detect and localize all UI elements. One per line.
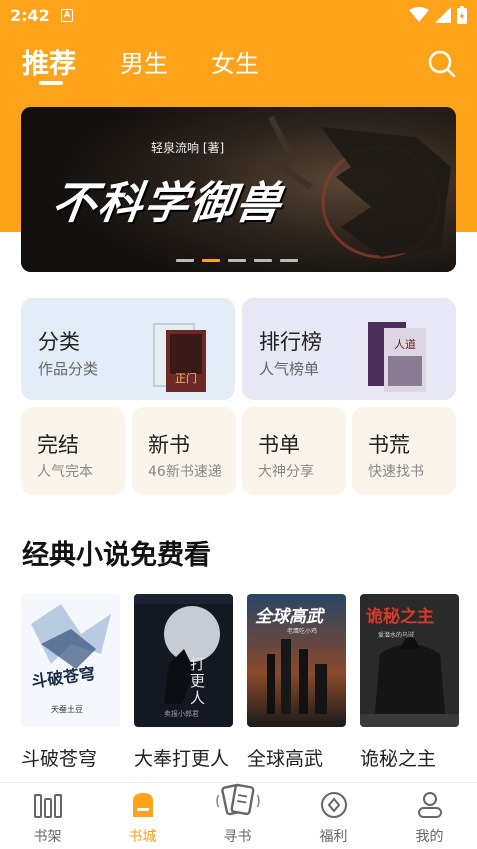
book-item[interactable]: 斗破苍穹 天蚕土豆 斗破苍穹	[21, 594, 121, 770]
category-card-ranking[interactable]: 排行榜 人气榜单 人道	[242, 298, 456, 400]
find-book-icon	[216, 783, 260, 816]
nav-label: 书架	[33, 829, 62, 845]
nav-bookshelf[interactable]: 书架	[0, 783, 95, 849]
card-subtitle: 人气榜单	[259, 360, 320, 378]
bookshelf-icon	[34, 794, 62, 818]
top-tab-bar: 推荐 男生 女生	[0, 36, 477, 92]
banner-dot	[254, 259, 272, 262]
category-card-classify[interactable]: 分类 作品分类 正门	[21, 298, 235, 400]
book-cover: 斗破苍穹 天蚕土豆	[21, 594, 120, 727]
status-icons	[409, 6, 467, 24]
tab-male[interactable]: 男生	[120, 44, 168, 79]
status-bar: 2:42 A	[0, 0, 477, 32]
cover-title: 全球高武	[255, 607, 323, 627]
nav-find-book[interactable]: 寻书	[190, 783, 285, 849]
tab-recommend[interactable]: 推荐	[22, 42, 76, 81]
welfare-icon	[321, 792, 347, 818]
book-cover: 打更人 卖报小郎君	[134, 594, 233, 727]
book-name: 大奉打更人	[134, 748, 230, 770]
books-stack-icon: 人道	[368, 322, 426, 392]
bottom-navigation: 书架 书城 寻书 福利 我的	[0, 782, 477, 849]
search-icon	[428, 50, 456, 78]
category-card-finished[interactable]: 完结 人气完本	[21, 407, 125, 495]
nav-label: 书城	[128, 829, 157, 845]
card-title: 分类	[38, 330, 80, 354]
books-stack-icon: 正门	[153, 323, 206, 392]
card-title: 排行榜	[259, 330, 322, 354]
signal-icon	[435, 7, 451, 23]
book-item[interactable]: 诡秘之主 爱潜水的乌贼 诡秘之主	[360, 594, 460, 770]
book-name: 斗破苍穹	[21, 748, 98, 770]
book-cover: 全球高武 老鹰吃小鸡	[247, 594, 346, 727]
banner-dot-active	[202, 259, 220, 262]
battery-icon	[457, 6, 467, 24]
cover-title: 打更人	[190, 655, 206, 707]
tab-active-indicator	[39, 81, 63, 85]
card-subtitle: 作品分类	[38, 360, 99, 378]
nav-label: 我的	[415, 829, 444, 845]
notification-icon: A	[61, 9, 73, 22]
cover-author: 老鹰吃小鸡	[287, 628, 318, 635]
banner-pagination	[176, 259, 298, 262]
book-item[interactable]: 全球高武 老鹰吃小鸡 全球高武	[247, 594, 347, 770]
category-card-new-books[interactable]: 新书 46新书速递	[132, 407, 236, 495]
tab-female[interactable]: 女生	[211, 44, 259, 79]
nav-label: 寻书	[223, 829, 252, 845]
svg-text:正门: 正门	[175, 371, 197, 385]
banner-dot	[176, 259, 194, 262]
card-subtitle: 大神分享	[258, 464, 314, 480]
category-card-book-shortage[interactable]: 书荒 快速找书	[352, 407, 456, 495]
svg-text:人道: 人道	[394, 337, 416, 351]
book-item[interactable]: 打更人 卖报小郎君 大奉打更人	[134, 594, 234, 770]
bookstore-icon	[133, 793, 153, 817]
banner-dot	[228, 259, 246, 262]
category-card-booklist[interactable]: 书单 大神分享	[242, 407, 346, 495]
nav-welfare[interactable]: 福利	[286, 783, 381, 849]
cover-title: 诡秘之主	[366, 607, 434, 627]
status-time: 2:42	[10, 6, 50, 25]
book-name: 诡秘之主	[360, 748, 437, 770]
card-title: 书荒	[368, 433, 410, 457]
search-button[interactable]	[427, 49, 457, 79]
banner-dot	[280, 259, 298, 262]
banner-title: 不科学御兽	[48, 178, 286, 229]
nav-profile[interactable]: 我的	[382, 783, 477, 849]
card-title: 书单	[258, 433, 300, 457]
card-subtitle: 快速找书	[368, 464, 424, 480]
nav-label: 福利	[319, 829, 348, 845]
promo-banner[interactable]: 轻泉流响 [著] 不科学御兽	[21, 107, 456, 272]
card-subtitle: 46新书速递	[148, 464, 222, 480]
book-cover-art	[134, 594, 233, 727]
cover-author: 爱潜水的乌贼	[378, 632, 415, 639]
card-title: 完结	[37, 433, 79, 457]
cover-author: 天蚕土豆	[51, 705, 83, 714]
card-title: 新书	[148, 433, 190, 457]
banner-author: 轻泉流响 [著]	[151, 141, 225, 155]
cover-author: 卖报小郎君	[164, 710, 199, 718]
nav-bookstore[interactable]: 书城	[95, 783, 190, 849]
card-subtitle: 人气完本	[37, 464, 93, 480]
profile-icon	[418, 792, 442, 818]
wifi-icon	[409, 7, 429, 22]
book-name: 全球高武	[247, 748, 324, 770]
book-cover: 诡秘之主 爱潜水的乌贼	[360, 594, 459, 727]
section-title: 经典小说免费看	[22, 540, 211, 571]
